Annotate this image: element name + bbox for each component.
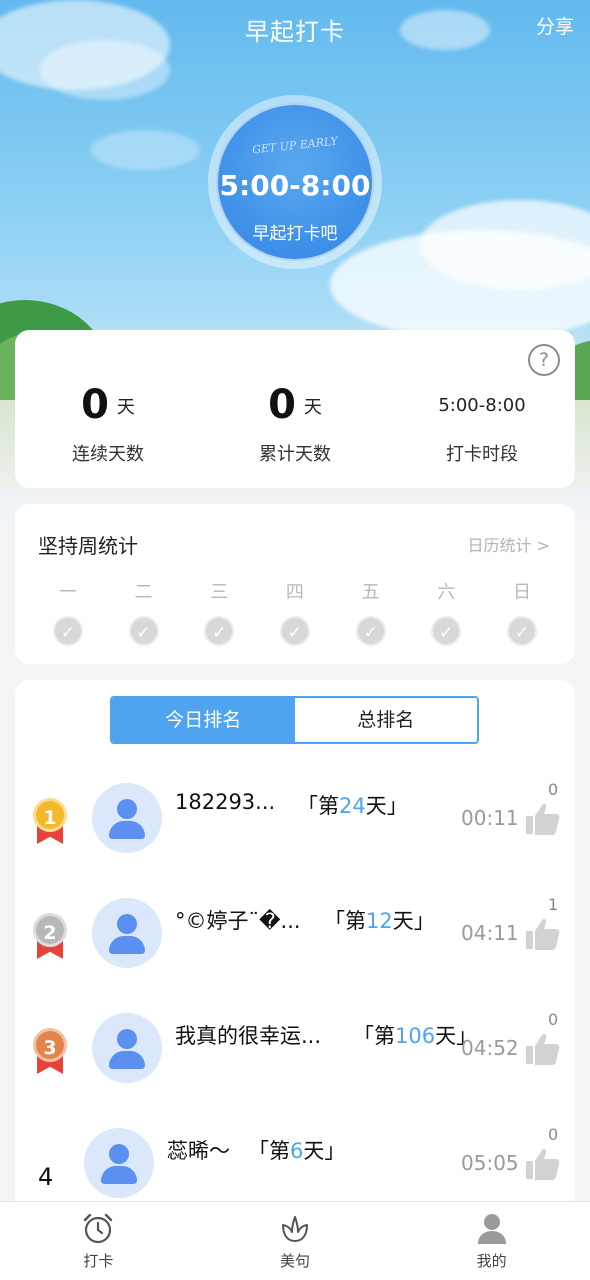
nav-label-checkin: 打卡 (83, 1252, 114, 1270)
streak-days: 「第24天」 (297, 794, 408, 818)
user-name: 蕊晞～ (167, 1139, 230, 1163)
weekday-sun: 日 ✓ (484, 578, 560, 646)
lotus-icon (282, 1216, 308, 1242)
help-icon[interactable]: ? (528, 344, 560, 376)
checkin-clock-button[interactable]: GET UP EARLY 5:00-8:00 早起打卡吧 (208, 95, 382, 269)
check-icon: ✓ (279, 616, 310, 646)
tab-today-ranking[interactable]: 今日排名 (112, 698, 295, 742)
stat-total: 0 天 累计天数 (202, 380, 388, 466)
weekday-sat: 六 ✓ (408, 578, 484, 646)
clock-time-range: 5:00-8:00 (219, 169, 371, 202)
streak-days: 「第12天」 (324, 909, 435, 933)
weekday-label: 五 (361, 582, 380, 603)
ranking-tabs: 今日排名 总排名 (110, 696, 479, 744)
weekday-label: 日 (512, 582, 531, 603)
gold-medal-icon: 1 (33, 798, 67, 846)
thumbs-up-icon[interactable] (525, 917, 561, 951)
ranking-row[interactable]: 1 182293... 「第24天」 00:11 0 (15, 780, 575, 890)
get-up-early-badge: GET UP EARLY (251, 134, 339, 157)
weekday-label: 六 (437, 582, 456, 603)
check-icon: ✓ (355, 616, 386, 646)
weekday-label: 二 (134, 582, 153, 603)
streak-days: 「第6天」 (248, 1139, 346, 1163)
check-icon: ✓ (52, 616, 83, 646)
user-name: °©婷子¨�... (175, 909, 301, 933)
checkin-period-label: 打卡时段 (446, 444, 518, 465)
weekday-thu: 四 ✓ (257, 578, 333, 646)
tab-total-ranking[interactable]: 总排名 (294, 698, 477, 742)
share-button[interactable]: 分享 (536, 12, 574, 39)
calendar-stats-link[interactable]: 日历统计 > (468, 532, 551, 556)
page-title: 早起打卡 (245, 18, 345, 46)
checkin-time: 04:11 (461, 921, 519, 945)
like-count: 0 (548, 780, 559, 799)
title-bar: 早起打卡 分享 (0, 0, 590, 56)
avatar[interactable] (92, 783, 162, 853)
weekday-mon: 一 ✓ (30, 578, 106, 646)
like-count: 1 (548, 895, 559, 914)
weekday-label: 三 (210, 582, 229, 603)
checkin-time: 05:05 (461, 1151, 519, 1175)
week-days: 一 ✓ 二 ✓ 三 ✓ 四 ✓ 五 ✓ 六 ✓ 日 ✓ (30, 578, 560, 646)
streak-days: 「第106天」 (353, 1024, 478, 1048)
checkin-period-value: 5:00-8:00 (438, 394, 526, 416)
weekday-wed: 三 ✓ (181, 578, 257, 646)
nav-item-checkin[interactable]: 打卡 (0, 1202, 197, 1280)
nav-label-quotes: 美句 (280, 1252, 311, 1270)
cloud (90, 130, 200, 170)
clock-subtitle: 早起打卡吧 (252, 224, 338, 244)
weekday-label: 四 (285, 582, 304, 603)
total-days-unit: 天 (303, 397, 322, 418)
rank-number: 4 (38, 1163, 54, 1191)
avatar[interactable] (92, 898, 162, 968)
bronze-medal-icon: 3 (33, 1028, 67, 1076)
weekday-tue: 二 ✓ (106, 578, 182, 646)
nav-item-mine[interactable]: 我的 (393, 1202, 590, 1280)
check-icon: ✓ (204, 616, 235, 646)
alarm-clock-icon (84, 1213, 113, 1244)
checkin-time: 00:11 (461, 806, 519, 830)
user-name: 182293... (175, 790, 276, 814)
checkin-time: 04:52 (461, 1036, 519, 1060)
like-count: 0 (548, 1010, 559, 1029)
silver-medal-icon: 2 (33, 913, 67, 961)
total-days-label: 累计天数 (259, 444, 331, 465)
stat-period: 5:00-8:00 打卡时段 (389, 380, 575, 466)
avatar[interactable] (92, 1013, 162, 1083)
stats-card: ? 0 天 连续天数 0 天 累计天数 5:00-8:00 打卡时段 (15, 330, 575, 488)
week-stats-title: 坚持周统计 (38, 534, 138, 558)
thumbs-up-icon[interactable] (525, 802, 561, 836)
weekday-fri: 五 ✓ (333, 578, 409, 646)
user-icon (477, 1214, 506, 1244)
total-days-value: 0 (268, 382, 296, 428)
weekday-label: 一 (58, 582, 77, 603)
check-icon: ✓ (506, 616, 537, 646)
ranking-card: 今日排名 总排名 1 182293... 「第24天」 00:11 0 2 °©… (15, 680, 575, 1240)
thumbs-up-icon[interactable] (525, 1032, 561, 1066)
ranking-row[interactable]: 2 °©婷子¨�... 「第12天」 04:11 1 (15, 895, 575, 1005)
clock-face[interactable]: GET UP EARLY 5:00-8:00 早起打卡吧 (216, 103, 374, 261)
consecutive-days-value: 0 (81, 382, 109, 428)
thumbs-up-icon[interactable] (525, 1147, 561, 1181)
nav-item-quotes[interactable]: 美句 (197, 1202, 394, 1280)
ranking-row[interactable]: 3 我真的很幸运... 「第106天」 04:52 0 (15, 1010, 575, 1120)
stat-consecutive: 0 天 连续天数 (15, 380, 201, 466)
check-icon: ✓ (128, 616, 159, 646)
week-stats-card: 坚持周统计 日历统计 > 一 ✓ 二 ✓ 三 ✓ 四 ✓ 五 ✓ 六 ✓ 日 ✓ (15, 504, 575, 664)
check-icon: ✓ (431, 616, 462, 646)
like-count: 0 (548, 1125, 559, 1144)
consecutive-days-unit: 天 (116, 397, 135, 418)
avatar[interactable] (84, 1128, 154, 1198)
consecutive-days-label: 连续天数 (72, 444, 144, 465)
nav-label-mine: 我的 (476, 1252, 507, 1270)
bottom-nav: 打卡 美句 我的 (0, 1201, 590, 1280)
user-name: 我真的很幸运... (175, 1024, 322, 1048)
